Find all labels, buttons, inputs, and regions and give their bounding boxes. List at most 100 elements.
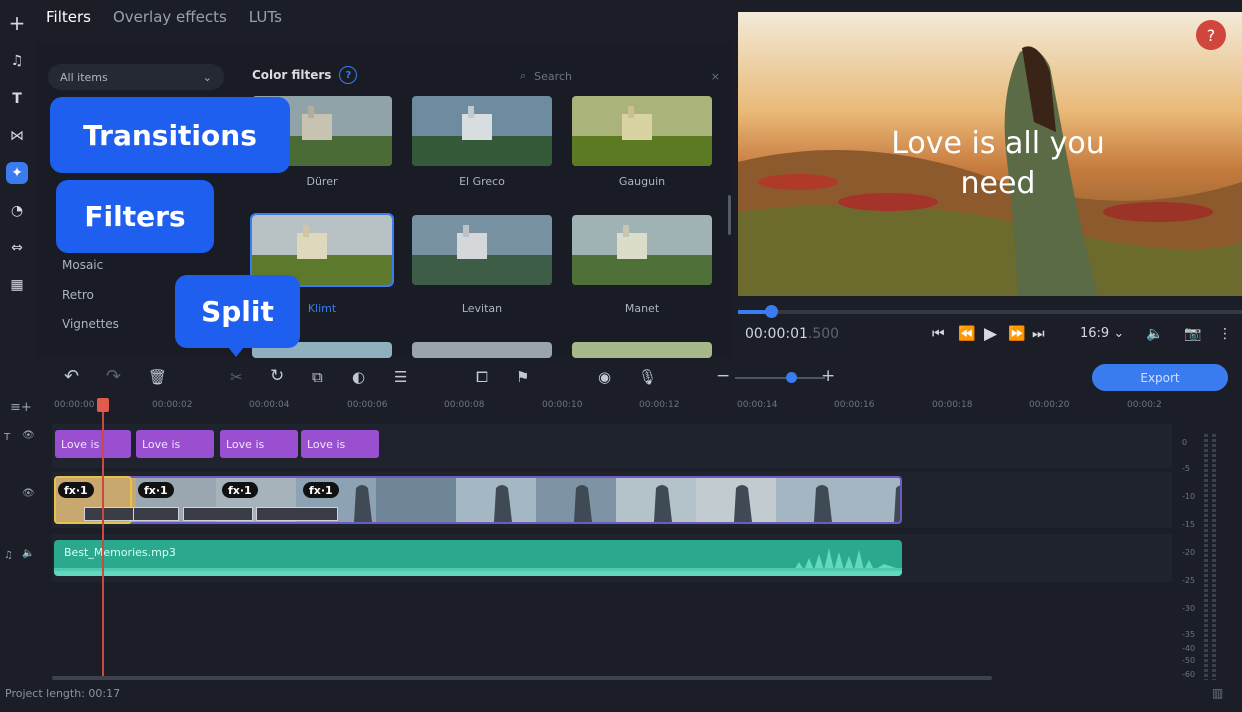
meter-label: -30 — [1182, 604, 1196, 613]
audio-level-meter: 0 -5 -10 -15 -20 -25 -30 -35 -40 -50 -60 — [1182, 430, 1232, 685]
volume-icon[interactable]: 🔈 — [1146, 326, 1163, 342]
add-track-icon[interactable]: ≡+ — [10, 400, 32, 415]
export-button[interactable]: Export — [1092, 364, 1228, 391]
record-icon[interactable]: ◉ — [598, 368, 611, 386]
ruler-tick: 00:00:02 — [152, 400, 193, 410]
meter-bar-right — [1212, 434, 1216, 680]
zoom-out-icon[interactable]: − — [716, 366, 730, 386]
overlay-icon[interactable]: ⧠ — [476, 368, 488, 386]
clear-icon[interactable]: × — [711, 70, 720, 83]
zoom-in-icon[interactable]: + — [821, 366, 835, 386]
play-icon[interactable]: ▶ — [984, 324, 997, 344]
ruler-tick: 00:00:06 — [347, 400, 388, 410]
title-clip[interactable]: Love is — [55, 430, 131, 458]
title-clip-label: Love is — [226, 437, 265, 451]
meter-label: -15 — [1182, 520, 1196, 529]
fx-badge[interactable]: fx·1 — [138, 482, 174, 498]
fx-badge[interactable]: fx·1 — [222, 482, 258, 498]
color-adjust-icon[interactable]: ◐ — [352, 368, 365, 386]
title-clip[interactable]: Love is — [136, 430, 214, 458]
marker-icon[interactable]: ⚑ — [516, 368, 529, 386]
help-icon[interactable]: ? — [339, 66, 358, 84]
crop-icon[interactable]: ⧉ — [312, 368, 323, 386]
filter-thumbnail-levitan[interactable] — [412, 215, 552, 285]
audio-waveform — [54, 548, 902, 576]
title-clip-label: Love is — [61, 437, 100, 451]
title-clip[interactable]: Love is — [301, 430, 379, 458]
transition-marker[interactable] — [84, 507, 134, 521]
undo-icon[interactable]: ↶ — [64, 366, 79, 387]
transitions-icon[interactable]: ⋈ — [6, 125, 28, 147]
ruler-tick: 00:00:00 — [54, 400, 95, 410]
more-tools-icon[interactable]: ▦ — [6, 274, 28, 296]
category-item-retro[interactable]: Retro — [62, 288, 94, 302]
rotate-icon[interactable]: ↻ — [270, 366, 284, 386]
meter-label: -20 — [1182, 548, 1196, 557]
fit-timeline-icon[interactable]: ▥ — [1212, 686, 1223, 700]
timeline-scrollbar[interactable] — [52, 676, 992, 680]
skip-start-icon[interactable]: ⏮ — [932, 326, 945, 342]
ruler-tick: 00:00:16 — [834, 400, 875, 410]
meter-label: -35 — [1182, 630, 1196, 639]
meter-label: -5 — [1182, 464, 1190, 473]
panel-scrollbar[interactable] — [728, 195, 731, 235]
step-back-icon[interactable]: ⏪ — [958, 326, 975, 342]
fx-badge[interactable]: fx·1 — [58, 482, 94, 498]
playhead-handle[interactable] — [97, 398, 109, 412]
transition-marker[interactable] — [183, 507, 253, 521]
microphone-icon[interactable]: 🎙 — [638, 368, 657, 386]
ruler-tick: 00:00:2 — [1127, 400, 1162, 410]
audio-track-icon: ♫ — [4, 550, 13, 561]
skip-end-icon[interactable]: ⏭ — [1032, 326, 1045, 342]
callouts-icon[interactable]: ⇔ — [6, 237, 28, 259]
zoom-handle[interactable] — [786, 372, 797, 383]
video-preview[interactable]: Love is all you need ? — [738, 12, 1242, 296]
category-item-mosaic[interactable]: Mosaic — [62, 258, 103, 272]
stickers-icon[interactable]: ◔ — [6, 200, 28, 222]
split-callout-pointer — [228, 347, 244, 357]
tab-luts[interactable]: LUTs — [249, 8, 282, 40]
help-button[interactable]: ? — [1196, 20, 1226, 50]
track-mute-icon[interactable]: 🔈 — [22, 548, 34, 559]
step-forward-icon[interactable]: ⏩ — [1008, 326, 1025, 342]
music-icon[interactable]: ♫ — [6, 50, 28, 72]
filter-thumbnail[interactable] — [572, 342, 712, 358]
add-media-icon[interactable]: + — [6, 11, 28, 35]
timeline-ruler[interactable]: 00:00:00 00:00:02 00:00:04 00:00:06 00:0… — [52, 398, 1182, 418]
tab-overlay-effects[interactable]: Overlay effects — [113, 8, 227, 40]
seek-bar[interactable] — [738, 310, 1242, 314]
redo-icon[interactable]: ↷ — [106, 366, 121, 387]
delete-icon[interactable]: 🗑 — [148, 368, 167, 386]
track-visibility-icon[interactable]: 👁 — [22, 430, 35, 441]
transition-marker[interactable] — [133, 507, 179, 521]
tab-filters[interactable]: Filters — [46, 8, 91, 40]
meter-label: 0 — [1182, 438, 1188, 447]
filter-thumbnail-manet[interactable] — [572, 215, 712, 285]
filter-thumbnail[interactable] — [412, 342, 552, 358]
aspect-ratio-select[interactable]: 16:9 ⌄ — [1080, 326, 1124, 341]
timecode-frac: .500 — [807, 326, 840, 342]
seek-handle[interactable] — [765, 305, 778, 318]
filters-callout: Filters — [56, 180, 214, 253]
filters-icon[interactable]: ✦ — [6, 162, 28, 184]
filter-thumbnail-gauguin[interactable] — [572, 96, 712, 166]
text-icon[interactable]: T — [6, 88, 28, 110]
track-visibility-icon[interactable]: 👁 — [22, 488, 35, 499]
title-clip[interactable]: Love is — [220, 430, 298, 458]
audio-clip[interactable]: Best_Memories.mp3 — [54, 540, 902, 576]
search-input[interactable]: ⌕ Search × — [520, 66, 720, 86]
more-options-icon[interactable]: ⋮ — [1218, 326, 1232, 342]
filter-thumbnail-el-greco[interactable] — [412, 96, 552, 166]
aspect-ratio-value: 16:9 — [1080, 326, 1110, 341]
fx-badge[interactable]: fx·1 — [303, 482, 339, 498]
category-item-vignettes[interactable]: Vignettes — [62, 317, 119, 331]
video-clip[interactable] — [54, 476, 902, 524]
zoom-slider[interactable] — [735, 377, 825, 379]
meter-label: -10 — [1182, 492, 1196, 501]
transition-marker[interactable] — [256, 507, 338, 521]
split-icon[interactable]: ✂ — [230, 368, 243, 386]
snapshot-icon[interactable]: 📷 — [1184, 326, 1201, 342]
clip-settings-icon[interactable]: ☰ — [394, 368, 407, 386]
dropdown-value: All items — [60, 70, 108, 84]
category-dropdown[interactable]: All items ⌄ — [48, 64, 224, 90]
